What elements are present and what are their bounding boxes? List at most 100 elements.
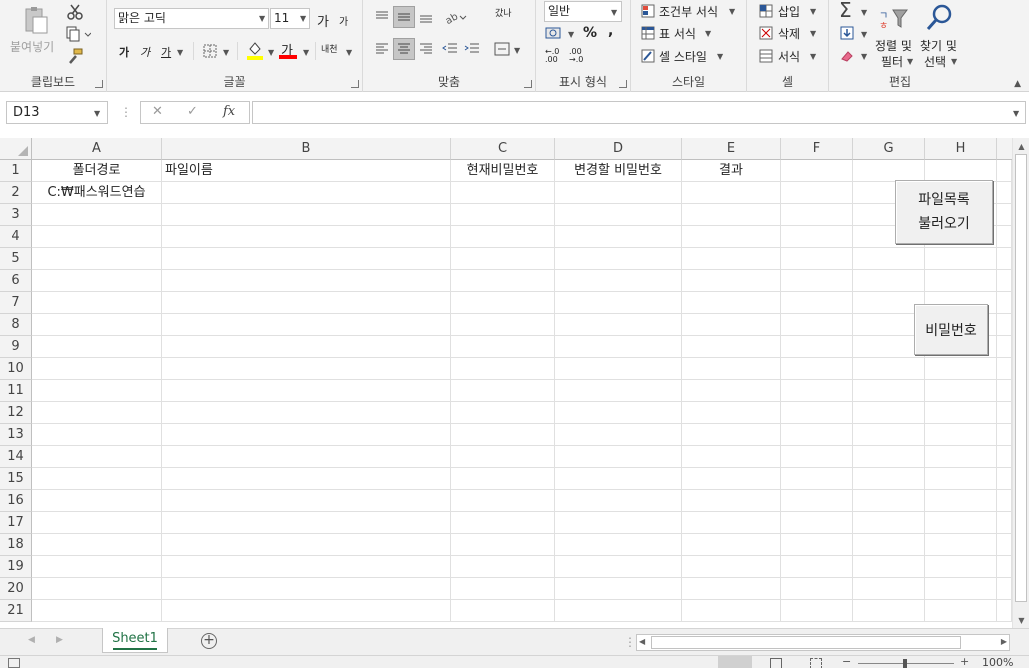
- grid-cell[interactable]: [853, 468, 925, 490]
- grid-cell[interactable]: [555, 556, 682, 578]
- scroll-left-icon[interactable]: ◀: [639, 637, 645, 646]
- tab-split-grip-icon[interactable]: ⋮: [624, 635, 636, 649]
- grid-cell[interactable]: [451, 292, 555, 314]
- column-header-c[interactable]: C: [451, 138, 555, 160]
- grid-cell[interactable]: [997, 578, 1012, 600]
- grid-cell[interactable]: [32, 380, 162, 402]
- grid-cell[interactable]: [853, 270, 925, 292]
- zoom-slider-thumb[interactable]: [903, 659, 907, 668]
- name-box-dropdown-icon[interactable]: ▼: [94, 109, 100, 118]
- grid-cell[interactable]: [451, 358, 555, 380]
- column-header-b[interactable]: B: [162, 138, 451, 160]
- grid-cell[interactable]: [32, 314, 162, 336]
- grid-cell[interactable]: [997, 270, 1012, 292]
- border-icon[interactable]: [201, 42, 219, 60]
- grid-cell[interactable]: [162, 534, 451, 556]
- sort-filter-dropdown-icon[interactable]: ▼: [907, 57, 913, 66]
- grid-cell[interactable]: [162, 578, 451, 600]
- grid-cell[interactable]: [451, 336, 555, 358]
- align-middle-icon[interactable]: [393, 6, 415, 28]
- zoom-level[interactable]: 100%: [982, 657, 1013, 668]
- format-table-icon[interactable]: [640, 25, 656, 41]
- comma-button[interactable]: ,: [608, 23, 613, 39]
- grid-cell[interactable]: [162, 468, 451, 490]
- insert-dropdown-icon[interactable]: ▼: [810, 7, 816, 16]
- next-sheet-icon[interactable]: ▶: [56, 635, 63, 645]
- grid-cell[interactable]: [451, 534, 555, 556]
- find-select-dropdown-icon[interactable]: ▼: [951, 57, 957, 66]
- orientation-icon[interactable]: ab: [443, 7, 467, 27]
- page-break-view-icon[interactable]: [810, 658, 822, 668]
- column-header-a[interactable]: A: [32, 138, 162, 160]
- grid-cell[interactable]: [555, 490, 682, 512]
- load-file-list-button[interactable]: 파일목록 불러오기: [895, 180, 993, 244]
- grid-cell[interactable]: [32, 512, 162, 534]
- underline-dropdown-icon[interactable]: ▼: [177, 48, 183, 57]
- sheet-tab-sheet1[interactable]: Sheet1: [102, 628, 168, 653]
- row-header[interactable]: 15: [0, 468, 32, 490]
- grid-cell[interactable]: [682, 556, 781, 578]
- grid-cell[interactable]: [682, 578, 781, 600]
- cell-c1[interactable]: 현재비밀번호: [451, 160, 555, 182]
- decrease-decimal-button[interactable]: .00 →.0: [569, 48, 585, 64]
- insert-icon[interactable]: [758, 3, 774, 19]
- insert-button[interactable]: 삽입: [778, 3, 800, 20]
- grid-cell[interactable]: [32, 446, 162, 468]
- italic-button[interactable]: 가: [140, 44, 150, 60]
- grid-cell[interactable]: [781, 292, 853, 314]
- sort-filter-label-2[interactable]: 필터: [881, 53, 903, 70]
- grid-cell[interactable]: [682, 204, 781, 226]
- grid-cell[interactable]: [555, 270, 682, 292]
- autosum-icon[interactable]: Σ: [839, 0, 852, 22]
- row-header[interactable]: 6: [0, 270, 32, 292]
- select-all-corner[interactable]: [0, 138, 32, 160]
- name-box[interactable]: D13: [6, 101, 108, 124]
- grid-cell[interactable]: [997, 468, 1012, 490]
- grid-cell[interactable]: [451, 512, 555, 534]
- column-header-e[interactable]: E: [682, 138, 781, 160]
- grid-cell[interactable]: [925, 490, 997, 512]
- grid-cell[interactable]: [162, 336, 451, 358]
- fill-icon[interactable]: [839, 25, 855, 41]
- grid-cell[interactable]: [162, 314, 451, 336]
- grid-cell[interactable]: [781, 270, 853, 292]
- row-header[interactable]: 5: [0, 248, 32, 270]
- grid-cell[interactable]: [925, 446, 997, 468]
- grid-cell[interactable]: [853, 600, 925, 622]
- column-header-h[interactable]: H: [925, 138, 997, 160]
- row-header[interactable]: 13: [0, 424, 32, 446]
- grid-cell[interactable]: [997, 358, 1012, 380]
- grid-cell[interactable]: [925, 160, 997, 182]
- row-header[interactable]: 16: [0, 490, 32, 512]
- zoom-in-icon[interactable]: +: [960, 656, 969, 667]
- grid-cell[interactable]: [555, 314, 682, 336]
- scroll-down-icon[interactable]: ▼: [1014, 612, 1029, 628]
- row-header[interactable]: 11: [0, 380, 32, 402]
- grid-cell[interactable]: [162, 248, 451, 270]
- phonetic-button[interactable]: 내천: [321, 42, 338, 55]
- grid-cell[interactable]: [997, 424, 1012, 446]
- row-header[interactable]: 12: [0, 402, 32, 424]
- copy-icon[interactable]: [64, 25, 92, 43]
- paste-button[interactable]: 붙여넣기: [10, 38, 54, 55]
- grid-cell[interactable]: [451, 490, 555, 512]
- autosum-dropdown-icon[interactable]: ▼: [861, 8, 867, 17]
- grid-cell[interactable]: [451, 468, 555, 490]
- row-header[interactable]: 2: [0, 182, 32, 204]
- format-icon[interactable]: [758, 48, 774, 64]
- grid-cell[interactable]: [781, 358, 853, 380]
- grid-cell[interactable]: [997, 292, 1012, 314]
- number-launcher-icon[interactable]: [619, 80, 627, 88]
- grid-cell[interactable]: [682, 512, 781, 534]
- cell-e1[interactable]: 결과: [682, 160, 781, 182]
- grid-cell[interactable]: [997, 600, 1012, 622]
- grid-cell[interactable]: [682, 270, 781, 292]
- find-select-label-2[interactable]: 선택: [924, 53, 946, 70]
- grid-cell[interactable]: [682, 402, 781, 424]
- grid-cell[interactable]: [781, 402, 853, 424]
- cancel-icon[interactable]: ✕: [152, 104, 163, 119]
- grid-cell[interactable]: [781, 468, 853, 490]
- grid-cell[interactable]: [853, 160, 925, 182]
- sort-filter-label-1[interactable]: 정렬 및: [875, 37, 912, 54]
- grid-cell[interactable]: [925, 600, 997, 622]
